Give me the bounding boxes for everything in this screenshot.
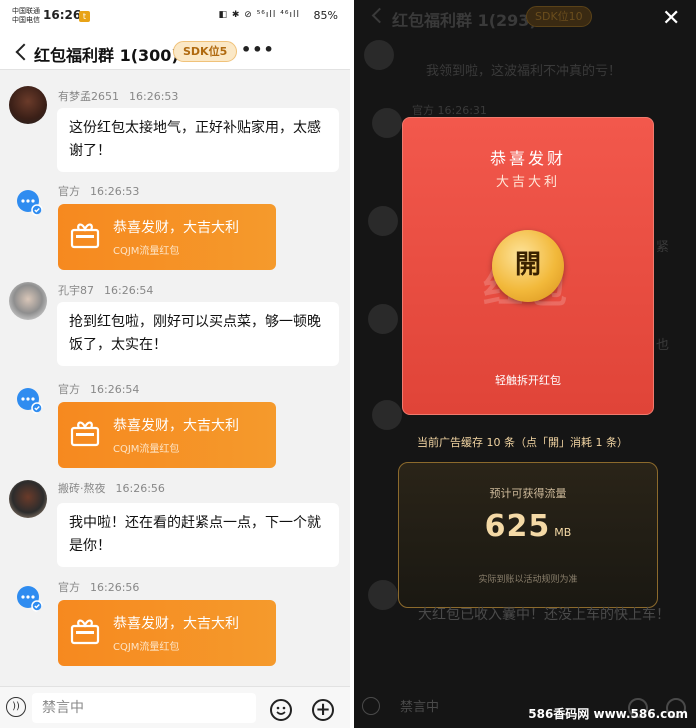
envelope-hint: 轻触拆开红包 <box>495 374 561 387</box>
packet-subtitle: CQJM流量红包 <box>113 246 180 257</box>
background-message: 大红包已收入囊中！还没上车的快上车！ <box>418 607 670 623</box>
packet-subtitle: CQJM流量红包 <box>113 642 180 653</box>
packet-subtitle: CQJM流量红包 <box>113 444 180 455</box>
message-time: 16:26:31 <box>437 104 487 117</box>
carrier-labels: 中国联通 中国电信 <box>12 7 40 25</box>
message-input[interactable]: 禁言中 <box>32 693 256 723</box>
signal-icons: ◧ ✱ ⊘ ⁵⁶ıll ⁴⁶ıll <box>218 10 300 20</box>
message-meta: 孔宇87 16:26:54 <box>58 282 163 298</box>
ad-cache-note: 当前广告缓存 10 条（点「開」消耗 1 条） <box>417 436 628 449</box>
message-input: 禁言中 <box>400 700 440 715</box>
traffic-value: 625 MB <box>399 509 657 544</box>
gift-icon <box>70 421 100 447</box>
more-options-icon[interactable]: ••• <box>241 40 275 59</box>
background-fragment: 也 <box>656 338 670 353</box>
red-envelope: 恭喜发财 大吉大利 红包 開 轻触拆开红包 <box>402 117 654 415</box>
red-packet-card[interactable]: 恭喜发财，大吉大利 CQJM流量红包 <box>58 204 276 270</box>
message-meta: 搬砖·熬夜 16:26:56 <box>58 480 175 496</box>
page-title: 红包福利群 1(293) <box>392 11 537 30</box>
carrier-2: 中国电信 <box>12 16 40 24</box>
red-packet-overlay-screen: 红包福利群 1(293) SDK位10 ✕ 我领到啦，这波福利不冲真的亏！ 官方… <box>354 0 696 728</box>
packet-title: 恭喜发财，大吉大利 <box>113 616 239 632</box>
official-chat-icon[interactable] <box>14 188 44 218</box>
back-icon[interactable] <box>371 7 388 24</box>
add-icon[interactable]: + <box>312 699 334 721</box>
avatar <box>368 304 398 334</box>
avatar[interactable] <box>9 282 47 320</box>
open-button[interactable]: 開 <box>492 230 564 302</box>
emoji-icon[interactable] <box>270 699 292 721</box>
avatar <box>364 40 394 70</box>
chat-header: 红包福利群 1(300) SDK位5 ••• <box>0 34 350 70</box>
traffic-estimate-card: 预计可获得流量 625 MB 实际到账以活动规则为准 <box>398 462 658 608</box>
traffic-note: 实际到账以活动规则为准 <box>478 575 578 585</box>
message-bubble[interactable]: 我中啦！还在看的赶紧点一点，下一个就是你！ <box>57 503 339 567</box>
traffic-label: 预计可获得流量 <box>489 487 567 500</box>
message-time: 16:26:53 <box>90 185 140 198</box>
carrier-1: 中国联通 <box>12 7 40 15</box>
envelope-subtitle: 大吉大利 <box>495 175 560 190</box>
sender-name: 官方 <box>58 383 80 396</box>
message-bubble[interactable]: 这份红包太接地气，正好补贴家用，太感谢了！ <box>57 108 339 172</box>
avatar[interactable] <box>9 480 47 518</box>
back-icon[interactable] <box>14 42 28 62</box>
app-badge-icon: t <box>79 11 90 22</box>
message-time: 16:26:54 <box>90 383 140 396</box>
sender-name: 孔宇87 <box>58 284 94 297</box>
voice-icon[interactable]: )) <box>6 697 26 717</box>
official-chat-icon[interactable] <box>14 584 44 614</box>
sdk-badge: SDK位10 <box>526 6 592 27</box>
sender-name: 搬砖·熬夜 <box>58 482 106 495</box>
envelope-title: 恭喜发财 <box>489 149 566 168</box>
message-meta: 官方 16:26:53 <box>58 183 149 199</box>
page-title: 红包福利群 1(300) <box>34 46 179 65</box>
chat-screen: 中国联通 中国电信 16:26 t ◧ ✱ ⊘ ⁵⁶ıll ⁴⁶ıll 85% … <box>0 0 350 728</box>
background-fragment: 紧 <box>656 240 670 255</box>
avatar <box>372 400 402 430</box>
sender-name: 官方 <box>412 104 434 117</box>
avatar[interactable] <box>9 86 47 124</box>
background-message: 我领到啦，这波福利不冲真的亏！ <box>426 64 622 79</box>
traffic-unit: MB <box>554 526 572 539</box>
packet-title: 恭喜发财，大吉大利 <box>113 220 239 236</box>
gift-icon <box>70 223 100 249</box>
avatar <box>372 108 402 138</box>
red-packet-card[interactable]: 恭喜发财，大吉大利 CQJM流量红包 <box>58 402 276 468</box>
sender-name: 官方 <box>58 581 80 594</box>
message-time: 16:26:54 <box>104 284 154 297</box>
close-icon[interactable]: ✕ <box>662 6 680 31</box>
sender-name: 有梦孟2651 <box>58 90 119 103</box>
background-meta: 官方 16:26:31 <box>412 102 487 118</box>
traffic-amount: 625 <box>484 509 551 544</box>
avatar <box>368 580 398 610</box>
status-bar: 中国联通 中国电信 16:26 t ◧ ✱ ⊘ ⁵⁶ıll ⁴⁶ıll 85% <box>0 0 350 34</box>
message-time: 16:26:56 <box>90 581 140 594</box>
sender-name: 官方 <box>58 185 80 198</box>
message-time: 16:26:53 <box>129 90 179 103</box>
gift-icon <box>70 619 100 645</box>
sdk-badge: SDK位5 <box>173 41 238 62</box>
red-packet-card[interactable]: 恭喜发财，大吉大利 CQJM流量红包 <box>58 600 276 666</box>
message-bubble[interactable]: 抢到红包啦，刚好可以买点菜，够一顿晚饭了，太实在！ <box>57 302 339 366</box>
voice-icon <box>362 697 380 715</box>
input-bar: )) 禁言中 + <box>0 686 350 728</box>
battery-level: 85% <box>313 9 338 22</box>
status-time: 16:26 <box>43 8 82 22</box>
official-chat-icon[interactable] <box>14 386 44 416</box>
message-meta: 有梦孟2651 16:26:53 <box>58 88 188 104</box>
message-meta: 官方 16:26:54 <box>58 381 149 397</box>
avatar <box>368 206 398 236</box>
message-meta: 官方 16:26:56 <box>58 579 149 595</box>
message-time: 16:26:56 <box>115 482 165 495</box>
site-watermark: 586香码网 www.586.com <box>528 707 688 721</box>
packet-title: 恭喜发财，大吉大利 <box>113 418 239 434</box>
